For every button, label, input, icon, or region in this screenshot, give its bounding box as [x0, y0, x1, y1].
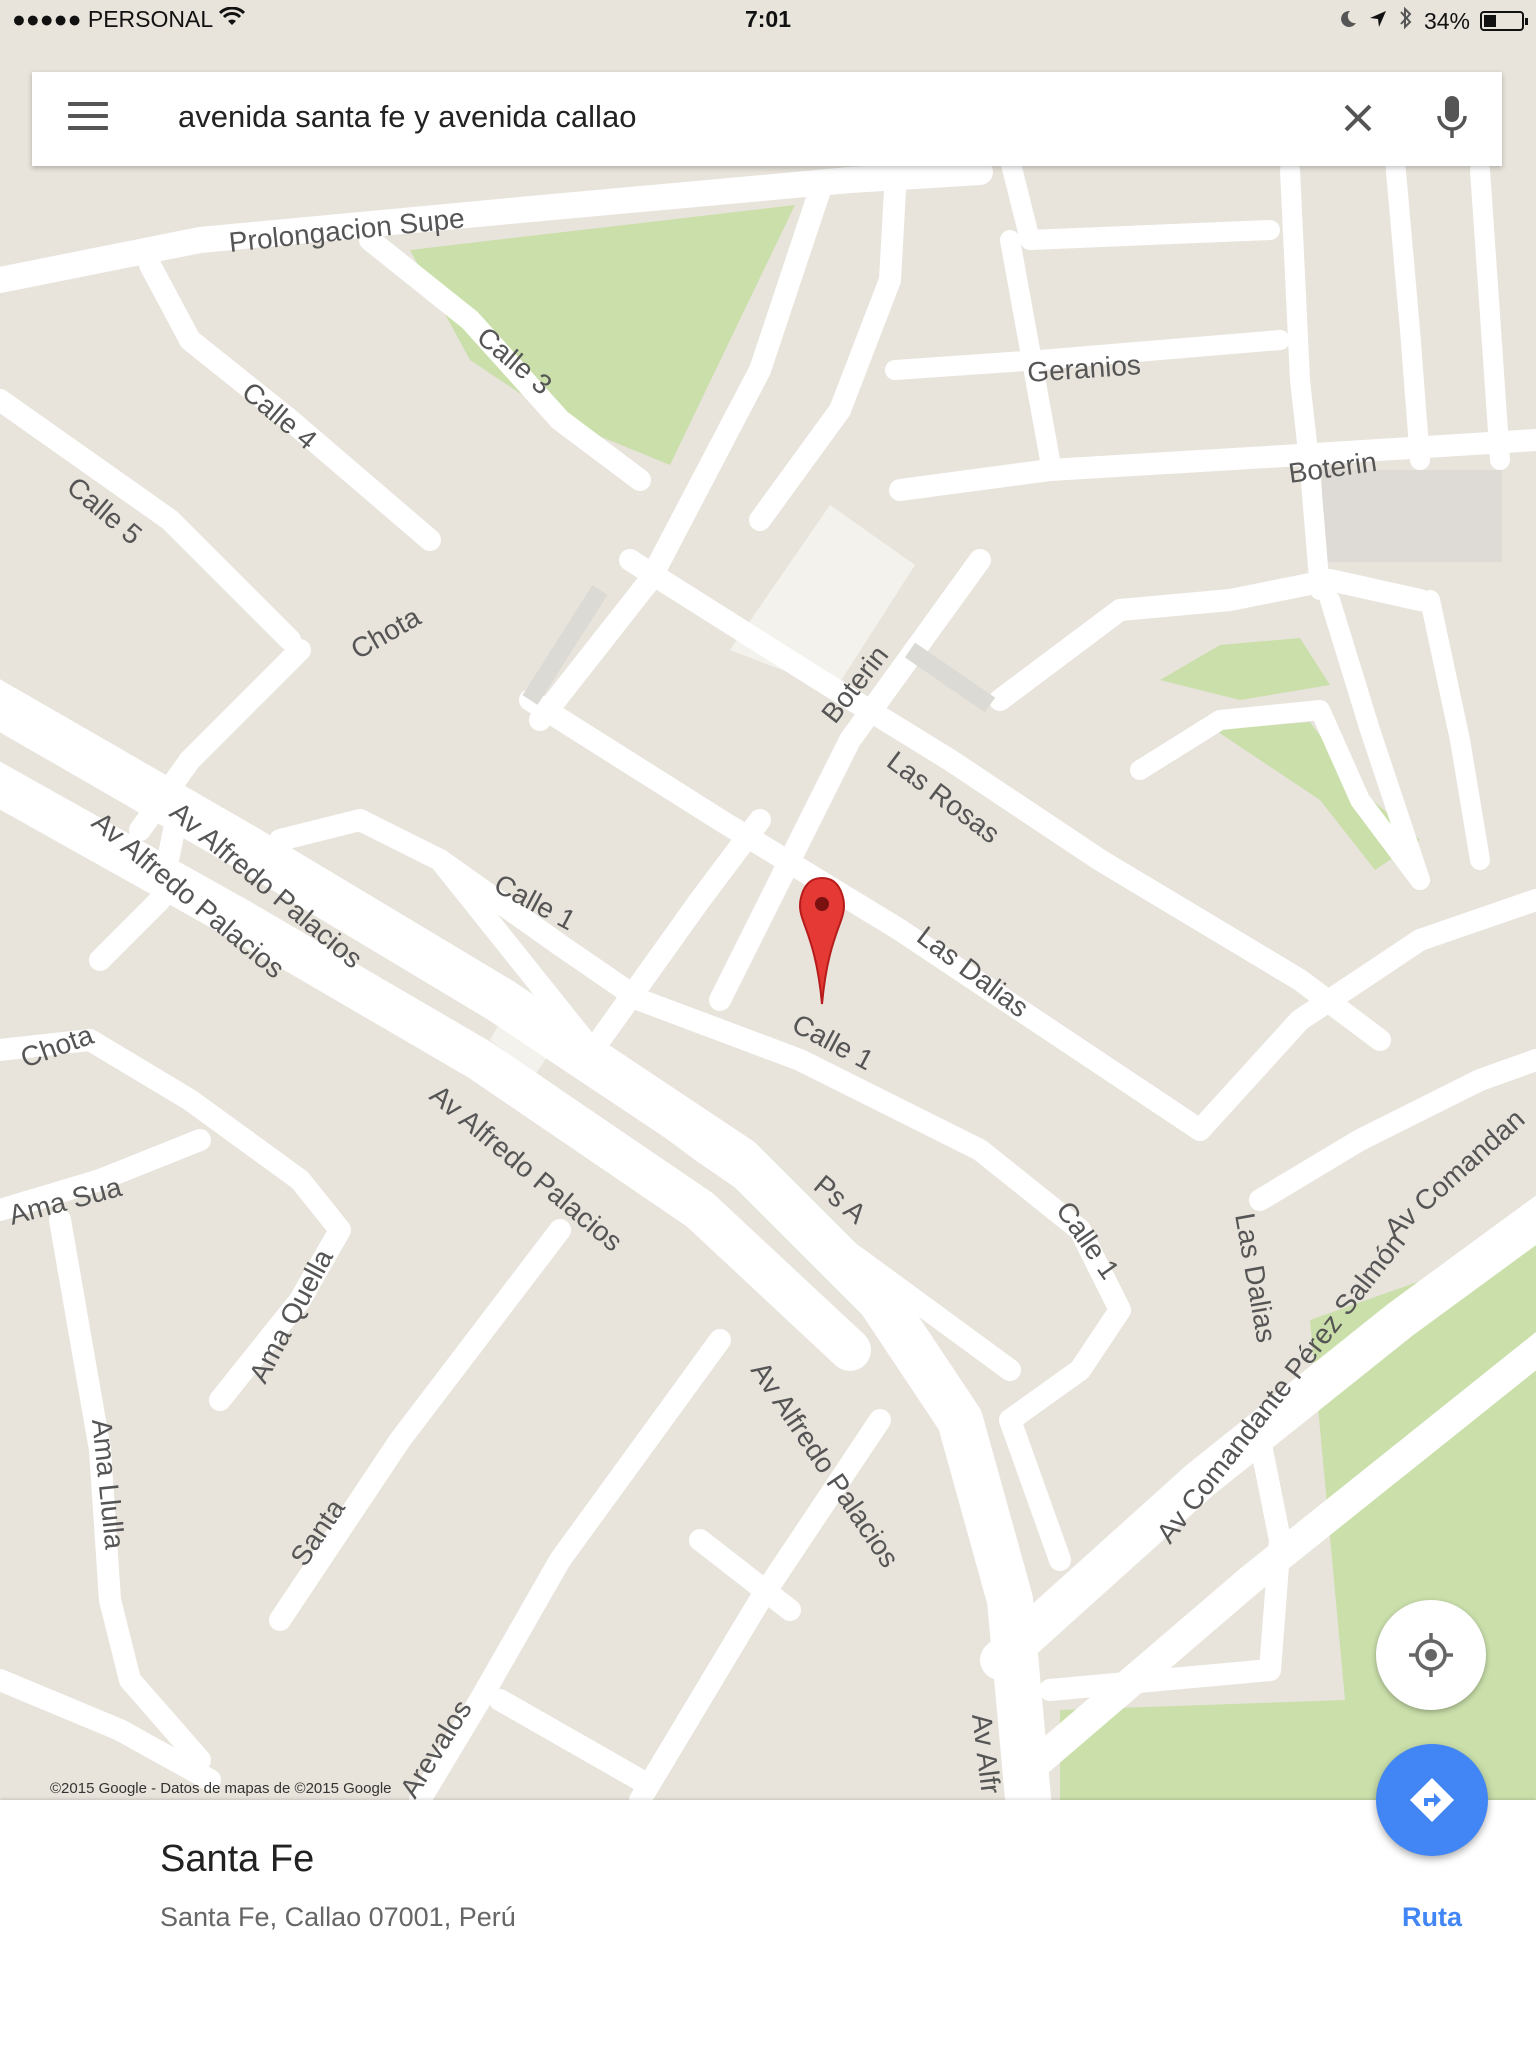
place-card[interactable]: Santa Fe Santa Fe, Callao 07001, Perú Ru…: [0, 1800, 1536, 2048]
street-label: Chota: [346, 601, 427, 665]
search-input[interactable]: [176, 98, 1280, 136]
status-bar: ●●●●● PERSONAL 7:01 34%: [0, 0, 1536, 40]
street-label: Ama Quella: [243, 1244, 339, 1388]
hamburger-menu-icon[interactable]: [68, 102, 108, 136]
location-pin-icon[interactable]: [798, 876, 846, 1005]
directions-button[interactable]: [1376, 1744, 1488, 1856]
street-label: Las Dalias: [911, 920, 1034, 1023]
location-arrow-icon: [1368, 8, 1388, 35]
street-label: Calle 1: [1050, 1196, 1125, 1285]
crosshair-icon: [1409, 1633, 1453, 1677]
status-bar-right: 34%: [1338, 6, 1528, 36]
battery-percent: 34%: [1423, 7, 1470, 34]
place-address: Santa Fe, Callao 07001, Perú: [160, 1902, 516, 1932]
directions-icon: [1410, 1778, 1454, 1822]
route-link[interactable]: Ruta: [1402, 1902, 1462, 1933]
clock: 7:01: [744, 6, 792, 32]
map-canvas[interactable]: Prolongacion Supe Calle 3 Calle 4 Calle …: [0, 0, 1536, 1800]
street-label: Chota: [16, 1019, 97, 1074]
plot-area: [1322, 470, 1502, 562]
street-label: Av Alfredo Palacios: [745, 1356, 905, 1573]
search-bar: [32, 72, 1502, 166]
footpath: [904, 642, 996, 713]
street-label: Calle 4: [236, 376, 323, 456]
my-location-button[interactable]: [1376, 1600, 1486, 1710]
microphone-icon[interactable]: [1430, 92, 1474, 146]
road-network: [0, 150, 1536, 1800]
map-attribution: ©2015 Google - Datos de mapas de ©2015 G…: [50, 1780, 392, 1797]
clear-search-icon[interactable]: [1336, 96, 1380, 140]
do-not-disturb-icon: [1338, 8, 1358, 35]
park-area: [1160, 638, 1330, 700]
battery-icon: [1480, 11, 1528, 31]
street-label: Las Dalias: [1229, 1211, 1282, 1345]
bluetooth-icon: [1398, 6, 1414, 36]
street-label: Geranios: [1026, 349, 1142, 388]
place-title: Santa Fe: [160, 1838, 315, 1880]
map-view[interactable]: Prolongacion Supe Calle 3 Calle 4 Calle …: [0, 0, 1536, 1800]
